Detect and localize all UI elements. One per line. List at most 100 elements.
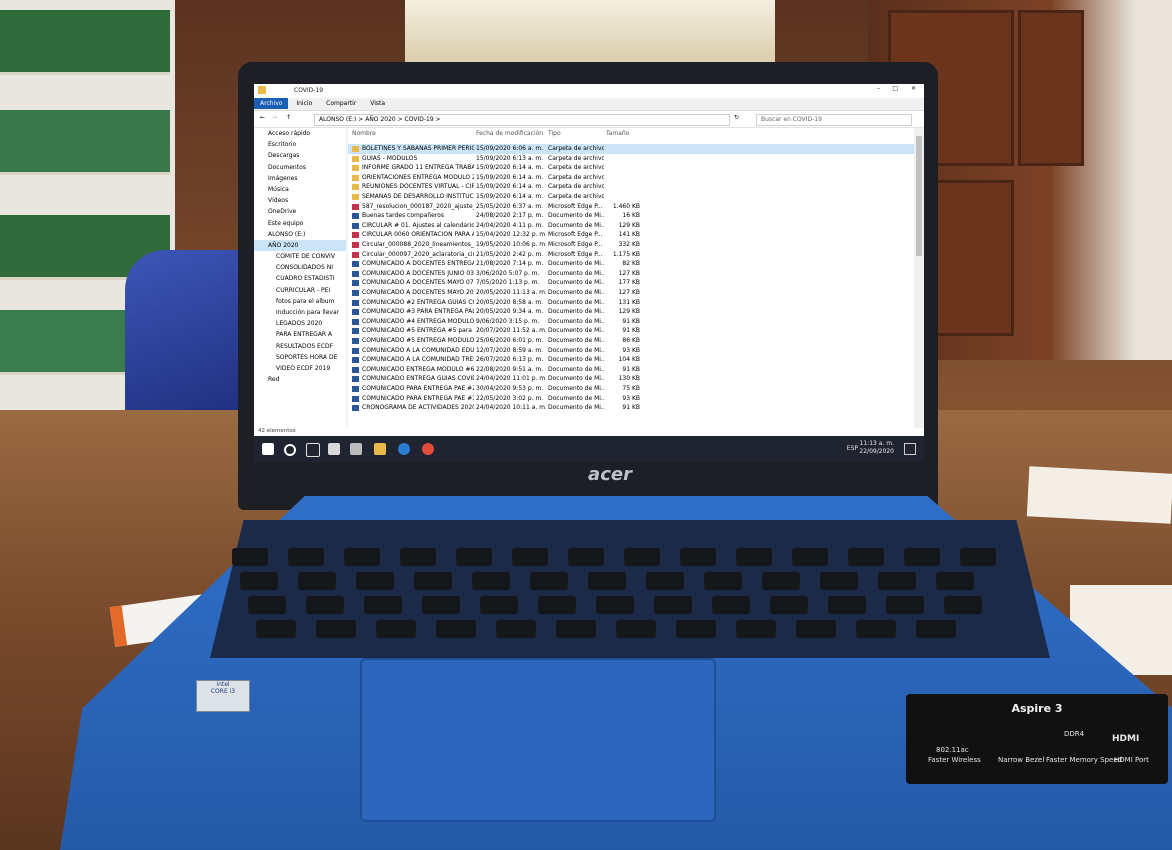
keyboard-key[interactable] <box>680 548 716 566</box>
touchpad[interactable] <box>360 658 716 822</box>
keyboard-key[interactable] <box>588 572 626 590</box>
search-input[interactable]: Buscar en COVID-19 <box>756 114 912 126</box>
sidebar-item[interactable]: CURRICULAR - PEI <box>254 285 346 296</box>
keyboard-key[interactable] <box>298 572 336 590</box>
keyboard-key[interactable] <box>616 620 656 638</box>
sidebar-item[interactable]: ALONSO (E:) <box>254 229 346 240</box>
keyboard-key[interactable] <box>288 548 324 566</box>
keyboard-key[interactable] <box>878 572 916 590</box>
file-row[interactable]: COMUNICADO #5 ENTREGA #5 para las...20/0… <box>348 326 924 336</box>
column-date[interactable]: Fecha de modificación <box>476 130 543 137</box>
keyboard-key[interactable] <box>792 548 828 566</box>
file-row[interactable]: COMUNICADO PARA ENTREGA PAE #3 A...22/05… <box>348 394 924 404</box>
file-row[interactable]: REUNIONES DOCENTES VIRTUAL - CIRCU...15/… <box>348 182 924 192</box>
column-type[interactable]: Tipo <box>548 130 561 137</box>
tab-inicio[interactable]: Inicio <box>290 98 318 109</box>
keyboard-key[interactable] <box>414 572 452 590</box>
keyboard-key[interactable] <box>704 572 742 590</box>
file-row[interactable]: COMUNICADO #4 ENTREGA MODULO P... 9/06/20… <box>348 317 924 327</box>
sidebar-item[interactable]: Documentos <box>254 162 346 173</box>
file-row[interactable]: COMUNICADO A DOCENTES MAYO 20 F... 20/05/… <box>348 288 924 298</box>
tab-compartir[interactable]: Compartir <box>320 98 362 109</box>
file-row[interactable]: Circular_000088_2020_lineamientos_educ..… <box>348 240 924 250</box>
sidebar-item[interactable]: Este equipo <box>254 218 346 229</box>
sidebar-item[interactable]: VIDEO ECDF 2019 <box>254 363 346 374</box>
keyboard-key[interactable] <box>568 548 604 566</box>
keyboard-key[interactable] <box>916 620 956 638</box>
start-icon[interactable] <box>262 443 274 455</box>
sidebar-item[interactable]: Acceso rápido <box>254 128 346 139</box>
keyboard-key[interactable] <box>624 548 660 566</box>
sidebar-item[interactable]: fotos para el album <box>254 296 346 307</box>
keyboard-key[interactable] <box>556 620 596 638</box>
keyboard-key[interactable] <box>480 596 518 614</box>
keyboard-key[interactable] <box>232 548 268 566</box>
keyboard-key[interactable] <box>936 572 974 590</box>
sidebar-item[interactable]: COMITE DE CONVIV <box>254 251 346 262</box>
keyboard-key[interactable] <box>538 596 576 614</box>
keyboard-key[interactable] <box>736 548 772 566</box>
file-row[interactable]: Buenas tardes compañeros 24/08/2020 2:17 … <box>348 211 924 221</box>
file-row[interactable]: GUIAS - MODULOS 15/09/2020 6:13 a. m. Carp… <box>348 154 924 164</box>
sidebar-item[interactable]: Red <box>254 374 346 385</box>
search-icon[interactable] <box>284 444 296 456</box>
sidebar-item[interactable]: Inducción para llevar <box>254 307 346 318</box>
sidebar-item[interactable]: PARA ENTREGAR A <box>254 329 346 340</box>
file-row[interactable]: COMUNICADO ENTREGA MODULO #6 p... 22/08/2… <box>348 365 924 375</box>
keyboard-key[interactable] <box>496 620 536 638</box>
file-row[interactable]: BOLETINES Y SABANAS PRIMER PERIOD... 15/0… <box>348 144 924 154</box>
sidebar-item[interactable]: RESULTADOS ECDF <box>254 341 346 352</box>
edge-icon[interactable] <box>398 443 410 455</box>
file-row[interactable]: CIRCULAR # 01. Ajustes al calendario aca… <box>348 221 924 231</box>
tab-archivo[interactable]: Archivo <box>254 98 289 109</box>
column-size[interactable]: Tamaño <box>606 130 629 137</box>
sidebar-item[interactable]: Descargas <box>254 150 346 161</box>
file-row[interactable]: COMUNICADO #2 ENTREGA GUIAS COVI...20/05… <box>348 298 924 308</box>
keyboard-key[interactable] <box>256 620 296 638</box>
keyboard-key[interactable] <box>316 620 356 638</box>
close-icon[interactable]: ✕ <box>911 85 916 92</box>
keyboard-key[interactable] <box>856 620 896 638</box>
file-row[interactable]: CIRCULAR 0060 ORIENTACION PARA AP... 15/0… <box>348 230 924 240</box>
file-row[interactable]: COMUNICADO A DOCENTES ENTREGA ... 21/08/2… <box>348 259 924 269</box>
keyboard-key[interactable] <box>960 548 996 566</box>
keyboard-key[interactable] <box>848 548 884 566</box>
keyboard-key[interactable] <box>654 596 692 614</box>
sidebar-item[interactable]: CUADRO ESTADISTI <box>254 273 346 284</box>
minimize-icon[interactable]: – <box>877 85 880 92</box>
sidebar-item[interactable]: SOPORTES HORA DE <box>254 352 346 363</box>
keyboard-key[interactable] <box>820 572 858 590</box>
sidebar-item[interactable]: LEGADOS 2020 <box>254 318 346 329</box>
keyboard-key[interactable] <box>646 572 684 590</box>
keyboard-key[interactable] <box>376 620 416 638</box>
keyboard-key[interactable] <box>596 596 634 614</box>
keyboard-key[interactable] <box>364 596 402 614</box>
keyboard-key[interactable] <box>306 596 344 614</box>
notifications-icon[interactable] <box>904 443 916 455</box>
forward-icon[interactable]: → <box>272 114 277 121</box>
refresh-icon[interactable]: ↻ <box>734 114 739 121</box>
sidebar-item[interactable]: AÑO 2020 <box>254 239 346 252</box>
file-row[interactable]: COMUNICADO A DOCENTES JUNIO 03 3/06/2020 … <box>348 269 924 279</box>
file-row[interactable]: 587_resolucion_000187_2020_ajuste_calen.… <box>348 202 924 212</box>
file-row[interactable]: ORIENTACIONES ENTREGA MODULO 2... 15/09/2… <box>348 173 924 183</box>
column-name[interactable]: Nombre <box>352 130 376 137</box>
keyboard-key[interactable] <box>240 572 278 590</box>
file-explorer-icon[interactable] <box>374 443 386 455</box>
file-row[interactable]: INFORME GRADO 11 ENTREGA TRABAJOS...15/0… <box>348 163 924 173</box>
up-icon[interactable]: ↑ <box>286 114 291 121</box>
keyboard-key[interactable] <box>886 596 924 614</box>
keyboard-key[interactable] <box>944 596 982 614</box>
file-row[interactable]: COMUNICADO #5 ENTREGA MODULO #...25/06/2… <box>348 336 924 346</box>
language-indicator[interactable]: ESP <box>847 445 858 452</box>
keyboard-key[interactable] <box>400 548 436 566</box>
file-row[interactable]: COMUNICADO A LA COMUNIDAD TREM... 26/07/2… <box>348 355 924 365</box>
maximize-icon[interactable]: □ <box>892 85 898 92</box>
keyboard-key[interactable] <box>422 596 460 614</box>
sidebar-item[interactable]: Escritorio <box>254 139 346 150</box>
file-row[interactable]: COMUNICADO A LA COMUNIDAD EDUC... 12/07/2… <box>348 346 924 356</box>
keyboard-key[interactable] <box>512 548 548 566</box>
keyboard-key[interactable] <box>762 572 800 590</box>
sidebar-item[interactable]: Música <box>254 184 346 195</box>
file-row[interactable]: COMUNICADO #3 PARA ENTREGA PAL... 20/05/2… <box>348 307 924 317</box>
